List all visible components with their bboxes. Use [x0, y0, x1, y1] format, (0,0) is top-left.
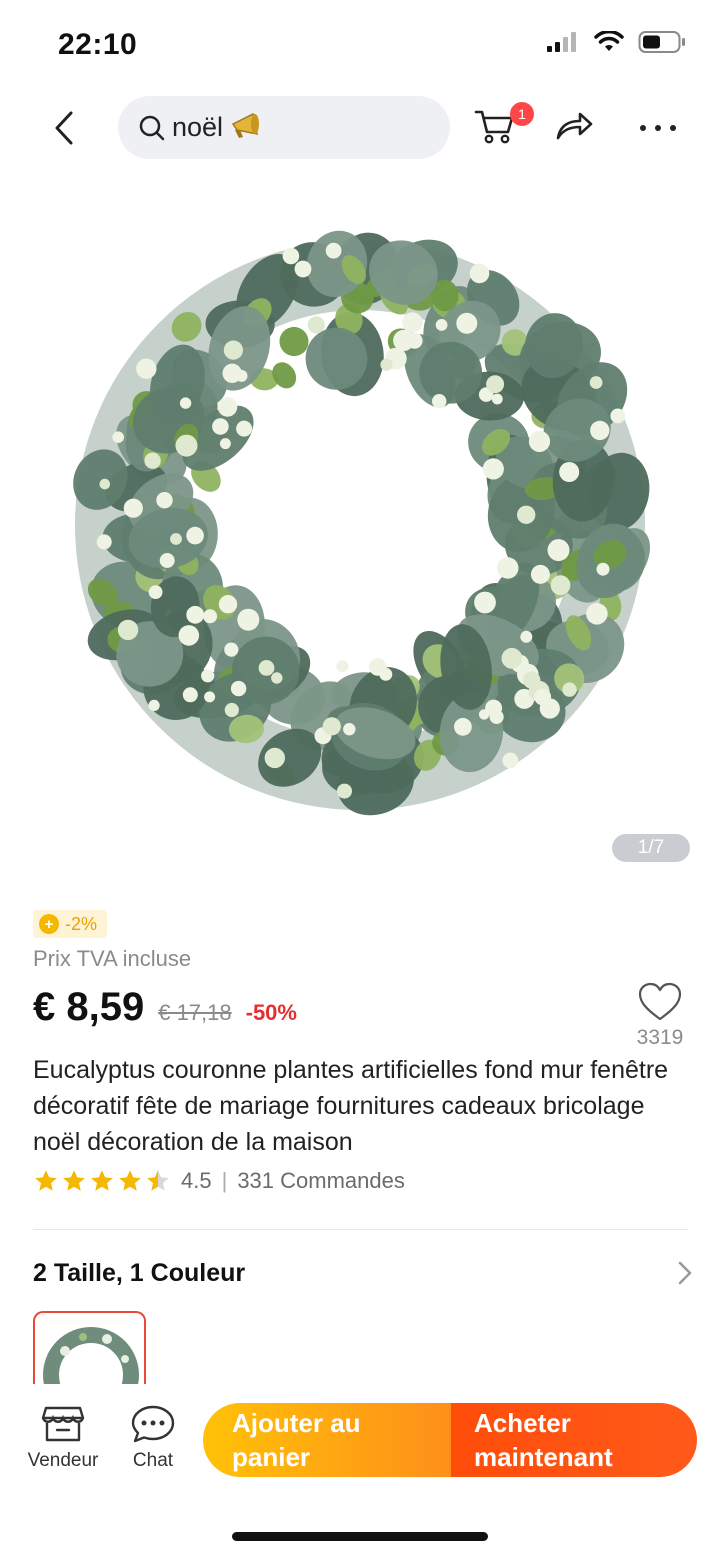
rating-row[interactable]: 4.5 | 331 Commandes — [33, 1168, 405, 1194]
chat-label: Chat — [132, 1450, 174, 1471]
chevron-right-icon — [678, 1261, 692, 1285]
original-price: € 17,18 — [158, 1000, 232, 1025]
divider — [33, 1229, 688, 1230]
star-icon — [91, 1170, 113, 1191]
signal-icon — [547, 32, 576, 52]
add-to-cart-button[interactable]: Ajouter au panier — [203, 1403, 451, 1477]
star-icon — [63, 1170, 85, 1191]
search-bar[interactable]: noël — [118, 96, 450, 159]
search-icon — [139, 115, 165, 140]
current-price: € 8,59 — [33, 985, 145, 1029]
variant-label: 2 Taille, 1 Couleur — [33, 1258, 246, 1287]
home-indicator — [232, 1532, 488, 1541]
product-title: Eucalyptus couronne plantes artificielle… — [33, 1056, 669, 1156]
image-counter: 1/7 — [612, 834, 690, 862]
rating-value: 4.5 — [181, 1168, 212, 1193]
vendor-button[interactable]: Vendeur — [24, 1404, 102, 1472]
coin-discount-badge: + -2% — [33, 910, 108, 938]
cart-button[interactable]: 1 — [474, 102, 534, 152]
status-time: 22:10 — [58, 28, 138, 61]
buy-now-label: Acheter maintenant — [474, 1408, 613, 1472]
vendor-label: Vendeur — [27, 1450, 99, 1471]
cart-count-badge: 1 — [510, 102, 534, 126]
coin-icon: + — [39, 914, 59, 934]
share-button[interactable] — [554, 106, 598, 150]
battery-icon — [638, 31, 685, 53]
variant-thumbnail[interactable] — [33, 1311, 146, 1391]
wreath-image — [73, 230, 651, 816]
search-query: noël — [172, 112, 224, 142]
status-bar: 22:10 — [0, 0, 720, 90]
dot-icon — [655, 125, 661, 131]
wreath-thumbnail-image — [43, 1327, 139, 1391]
top-nav: noël 1 — [0, 96, 720, 160]
dot-icon — [640, 125, 646, 131]
add-to-cart-label: Ajouter au panier — [232, 1408, 361, 1472]
price-row: € 8,59 € 17,18 -50% — [33, 985, 297, 1030]
dot-icon — [670, 125, 676, 131]
rating-separator: | — [221, 1168, 228, 1193]
coin-discount-value: -2% — [65, 913, 98, 934]
chat-button[interactable]: Chat — [120, 1404, 186, 1472]
store-icon — [41, 1406, 85, 1442]
product-image-gallery[interactable]: 1/7 — [0, 170, 720, 890]
status-icons — [546, 30, 686, 54]
orders-count: 331 Commandes — [237, 1168, 405, 1193]
wifi-icon — [594, 31, 624, 51]
share-icon — [556, 112, 593, 140]
rating-stars — [33, 1168, 171, 1194]
wishlist-count: 3319 — [636, 1026, 684, 1049]
tax-note: Prix TVA incluse — [33, 946, 192, 971]
chevron-left-icon — [55, 111, 73, 145]
buy-now-button[interactable]: Acheter maintenant — [451, 1403, 697, 1477]
variant-selector[interactable]: 2 Taille, 1 Couleur — [33, 1253, 693, 1293]
heart-icon — [638, 982, 682, 1021]
wishlist-button[interactable]: 3319 — [630, 982, 690, 1050]
chat-icon — [131, 1405, 175, 1443]
back-button[interactable] — [40, 104, 88, 152]
star-icon — [147, 1170, 169, 1191]
more-options-button[interactable] — [636, 106, 680, 150]
horn-emoji-icon — [229, 110, 265, 145]
star-icon — [35, 1170, 57, 1191]
star-icon — [119, 1170, 141, 1191]
discount-percentage: -50% — [245, 1000, 297, 1025]
